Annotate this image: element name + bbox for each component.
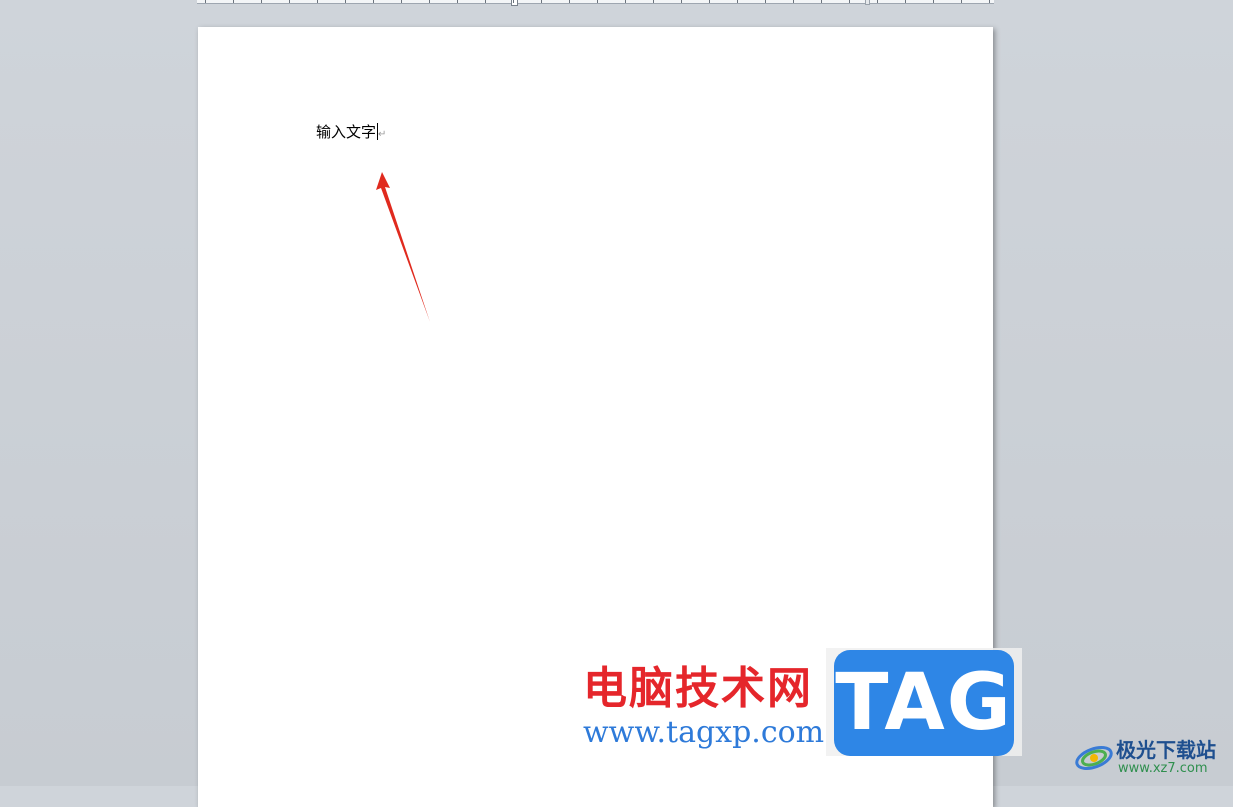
right-indent-marker[interactable] — [865, 0, 870, 5]
ruler-tick — [541, 0, 542, 3]
watermark-tag-logo: TAG — [834, 650, 1014, 756]
document-text-line[interactable]: 输入文字 ↵ — [316, 122, 386, 145]
watermark-site-name: 电脑技术网 — [583, 663, 813, 714]
paragraph-mark: ↵ — [378, 129, 387, 140]
site-logo-url: www.xz7.com — [1118, 761, 1208, 776]
ruler-tick — [373, 0, 374, 3]
ruler-tick — [709, 0, 710, 3]
swirl-logo-icon — [1075, 746, 1113, 770]
ruler-tick — [653, 0, 654, 3]
ruler-tick — [821, 0, 822, 3]
ruler-tick — [961, 0, 962, 3]
ruler-tick — [345, 0, 346, 3]
ruler-tick — [261, 0, 262, 3]
ruler-tick — [485, 0, 486, 3]
ruler-tick — [429, 0, 430, 3]
ruler-tick — [849, 0, 850, 3]
ruler-tick — [233, 0, 234, 3]
ruler-tick — [681, 0, 682, 3]
horizontal-ruler[interactable] — [197, 0, 994, 6]
ruler-tick — [569, 0, 570, 3]
watermark-site-url: www.tagxp.com — [583, 715, 825, 750]
ruler-tick — [793, 0, 794, 3]
ruler-tick — [597, 0, 598, 3]
ruler-tick — [989, 0, 990, 3]
ruler-tick — [933, 0, 934, 3]
ruler-tick — [513, 0, 514, 3]
ruler-tick — [457, 0, 458, 3]
ruler-tick — [317, 0, 318, 3]
ruler-tick — [905, 0, 906, 3]
document-text: 输入文字 — [316, 123, 377, 141]
ruler-tick — [401, 0, 402, 3]
ruler-tick — [877, 0, 878, 3]
site-logo: 极光下载站 www.xz7.com — [1072, 732, 1232, 782]
ruler-tick — [737, 0, 738, 3]
ruler-tick — [625, 0, 626, 3]
red-arrow-annotation — [376, 172, 430, 322]
ruler-tick — [765, 0, 766, 3]
ruler-tick — [289, 0, 290, 3]
site-logo-name: 极光下载站 — [1116, 738, 1216, 762]
ruler-tick — [205, 0, 206, 3]
